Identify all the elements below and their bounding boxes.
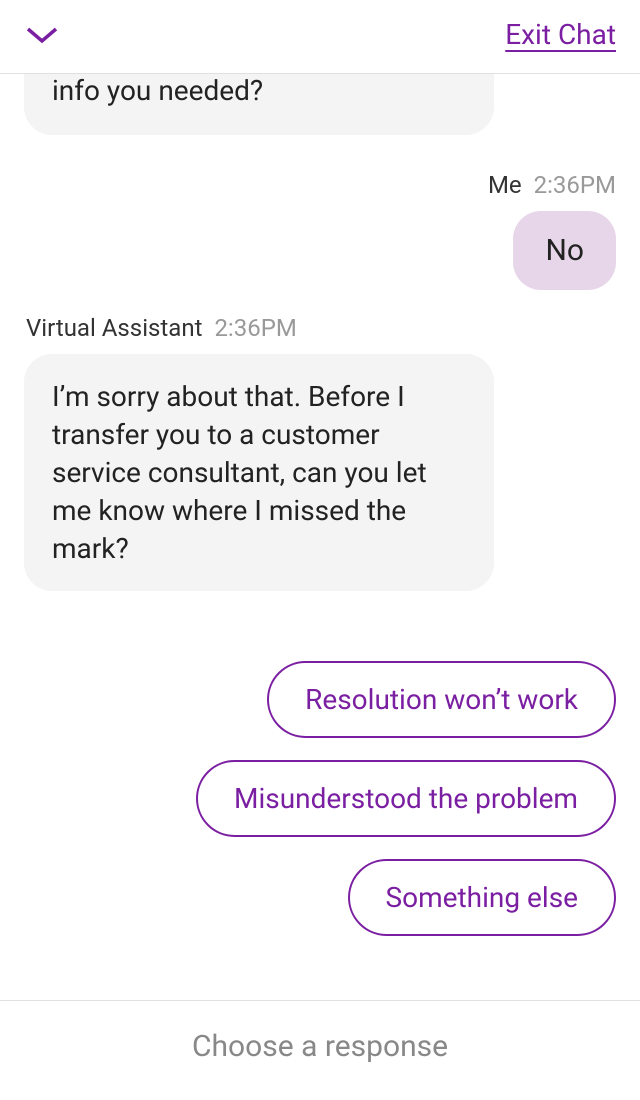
message-meta: Virtual Assistant 2:36PM	[26, 314, 616, 342]
message-text: No	[545, 233, 584, 268]
chat-header: Exit Chat	[0, 0, 640, 74]
assistant-message-bubble: I’m sorry about that. Before I transfer …	[24, 354, 494, 591]
sender-label: Me	[488, 171, 522, 199]
sender-label: Virtual Assistant	[26, 314, 202, 342]
footer: Choose a response	[0, 1000, 640, 1100]
quick-reply-button[interactable]: Misunderstood the problem	[196, 760, 616, 837]
chat-body: info you needed? Me 2:36PM No Virtual As…	[0, 74, 640, 1000]
message-meta: Me 2:36PM	[24, 171, 616, 199]
footer-prompt: Choose a response	[192, 1029, 448, 1064]
assistant-message-bubble: info you needed?	[24, 74, 494, 135]
exit-chat-link[interactable]: Exit Chat	[505, 18, 616, 51]
chevron-down-icon[interactable]	[24, 25, 60, 45]
quick-replies: Resolution won’t work Misunderstood the …	[24, 661, 616, 936]
quick-reply-button[interactable]: Resolution won’t work	[267, 661, 616, 738]
message-text: I’m sorry about that. Before I transfer …	[52, 378, 466, 567]
timestamp: 2:36PM	[534, 171, 616, 199]
quick-reply-button[interactable]: Something else	[348, 859, 616, 936]
timestamp: 2:36PM	[214, 314, 296, 342]
message-text: info you needed?	[52, 74, 466, 109]
user-message-bubble: No	[513, 211, 616, 290]
